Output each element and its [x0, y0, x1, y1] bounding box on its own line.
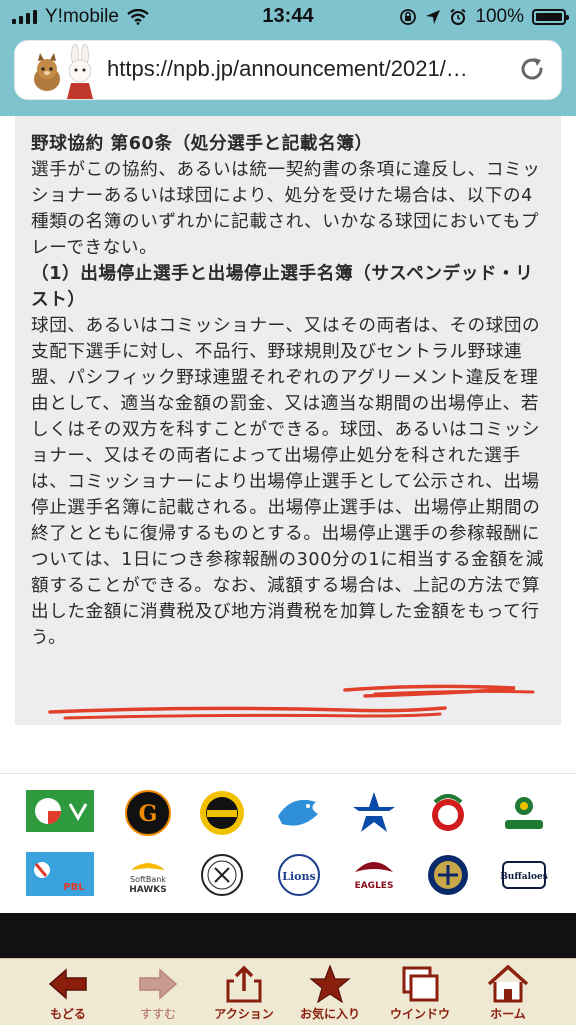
article-panel: 野球協約 第60条（処分選手と記載名簿） 選手がこの協約、あるいは統一契約書の条… — [15, 116, 561, 725]
swallows-logo[interactable] — [497, 786, 551, 840]
orientation-lock-icon — [400, 9, 417, 25]
action-button[interactable]: アクション — [204, 961, 284, 1023]
status-right: 100% — [399, 6, 569, 28]
windows-label: ウインドウ — [389, 1007, 450, 1021]
battery-icon — [532, 9, 569, 25]
share-icon — [226, 965, 262, 1003]
article-title: 野球協約 第60条（処分選手と記載名簿） — [31, 134, 373, 154]
svg-text:G: G — [139, 801, 158, 827]
baystars-logo[interactable] — [347, 786, 401, 840]
pacific-league-logo[interactable]: PBL — [26, 852, 94, 896]
footer-dark-strip — [0, 913, 576, 958]
eagles-logo[interactable]: EAGLES — [347, 848, 401, 902]
red-strikethrough-scribble — [48, 684, 535, 720]
fighters-logo[interactable] — [421, 848, 475, 902]
url-bar[interactable]: https://npb.jp/announcement/2021/… — [14, 40, 562, 100]
carp-logo[interactable] — [421, 786, 475, 840]
article-body: 野球協約 第60条（処分選手と記載名簿） 選手がこの協約、あるいは統一契約書の条… — [31, 131, 551, 651]
svg-text:Lions: Lions — [282, 870, 315, 883]
marines-logo[interactable] — [195, 848, 249, 902]
back-label: もどる — [50, 1007, 86, 1021]
url-text[interactable]: https://npb.jp/announcement/2021/… — [107, 56, 507, 82]
home-icon — [487, 965, 529, 1003]
central-league-logo[interactable] — [26, 790, 94, 832]
reload-icon[interactable] — [517, 54, 547, 84]
forward-arrow-icon — [139, 968, 178, 1000]
location-icon — [426, 10, 441, 24]
browser-header: Y!mobile 13:44 100% https://npb.jp/annou… — [0, 0, 576, 116]
forward-label: すすむ — [139, 1007, 176, 1021]
svg-text:PBL: PBL — [63, 882, 85, 893]
article-subtitle: （1）出場停止選手と出場停止選手名簿（サスペンデッド・リスト） — [31, 264, 534, 310]
action-label: アクション — [214, 1007, 274, 1021]
status-bar: Y!mobile 13:44 100% — [0, 0, 576, 34]
dragons-logo[interactable] — [272, 786, 326, 840]
svg-text:EAGLES: EAGLES — [355, 881, 394, 891]
home-label: ホーム — [490, 1007, 526, 1021]
favorites-button[interactable]: お気に入り — [290, 961, 370, 1023]
back-button[interactable]: もどる — [28, 961, 108, 1023]
svg-text:HAWKS: HAWKS — [129, 885, 166, 895]
tigers-logo[interactable] — [195, 786, 249, 840]
article-paragraph: 球団、あるいはコミッショナー、又はその両者は、その球団の支配下選手に対し、不品行… — [31, 316, 544, 648]
back-arrow-icon — [48, 968, 87, 1000]
star-icon — [309, 965, 351, 1003]
giants-logo[interactable]: G — [121, 786, 175, 840]
windows-button[interactable]: ウインドウ — [380, 961, 460, 1023]
favorites-label: お気に入り — [299, 1007, 360, 1021]
forward-button[interactable]: すすむ — [118, 961, 198, 1023]
alarm-icon — [450, 8, 467, 25]
hawks-logo[interactable]: SoftBank HAWKS — [121, 848, 175, 902]
home-button[interactable]: ホーム — [468, 961, 548, 1023]
divider — [0, 773, 576, 774]
buffaloes-logo[interactable]: Buffaloes — [497, 848, 551, 902]
windows-icon — [402, 966, 439, 1002]
bottom-toolbar: もどる すすむ アクション お気に入り ウインドウ ホーム — [0, 958, 576, 1025]
lions-logo[interactable]: Lions — [272, 848, 326, 902]
article-paragraph: 選手がこの協約、あるいは統一契約書の条項に違反し、コミッショナーあるいは球団によ… — [31, 160, 541, 258]
mascot-characters-icon — [34, 43, 93, 99]
battery-percent: 100% — [475, 6, 524, 27]
svg-text:SoftBank: SoftBank — [130, 875, 166, 884]
svg-text:Buffaloes: Buffaloes — [500, 872, 548, 882]
